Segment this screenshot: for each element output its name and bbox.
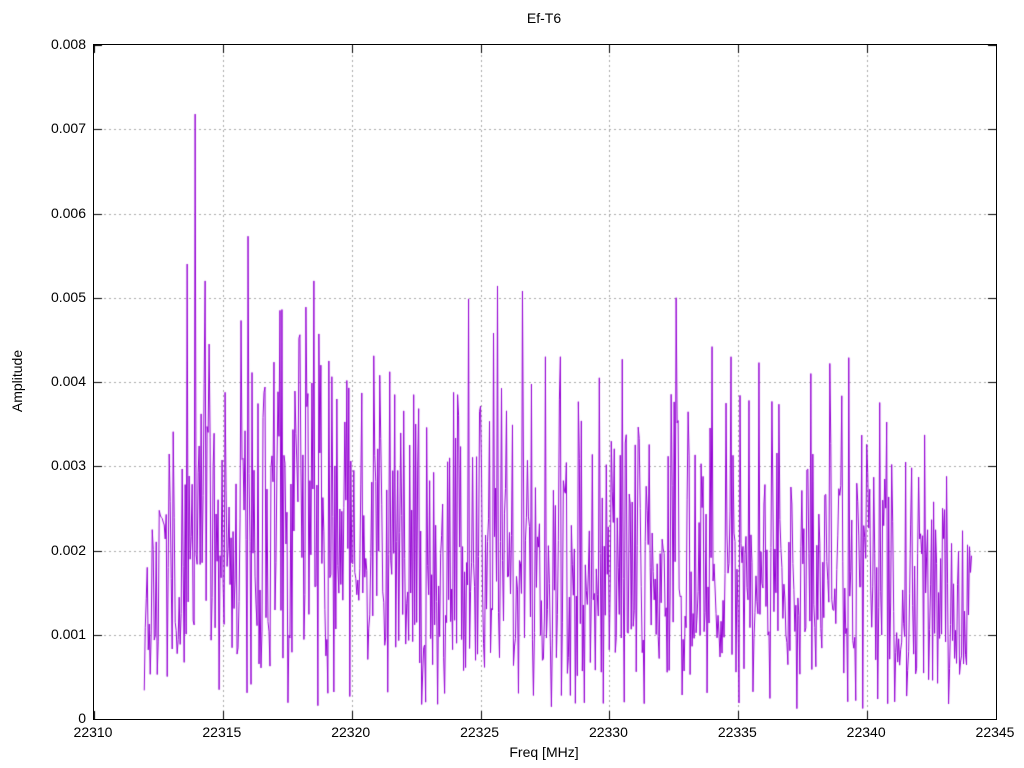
y-tick-label: 0.004 <box>50 373 86 389</box>
y-tick-label: 0.007 <box>50 120 86 137</box>
x-tick-label: 22330 <box>588 724 628 740</box>
plot-area <box>93 44 997 720</box>
x-tick-label: 22340 <box>846 724 886 740</box>
y-tick-label: 0.002 <box>50 541 86 558</box>
y-tick-label: 0.006 <box>50 204 86 221</box>
spectrum-canvas <box>94 45 996 719</box>
x-tick-label: 22345 <box>975 724 1015 740</box>
x-tick-label: 22320 <box>331 724 371 740</box>
y-tick-label: 0.001 <box>50 625 86 642</box>
x-tick-label: 22325 <box>460 724 500 740</box>
figure: Ef-T6 Amplitude 0 0.001 0.002 0.003 0.004 0.0… <box>0 0 1024 768</box>
chart-title: Ef-T6 <box>526 10 562 26</box>
y-tick-label: 0.005 <box>50 288 86 305</box>
x-tick-label: 22335 <box>717 724 757 740</box>
y-tick-label: 0.008 <box>50 36 86 52</box>
y-tick-label: 0.003 <box>50 457 86 474</box>
x-tick-label: 22315 <box>202 724 242 740</box>
x-axis-label: Freq [MHz] <box>509 744 579 760</box>
x-tick-label: 22310 <box>73 724 113 740</box>
